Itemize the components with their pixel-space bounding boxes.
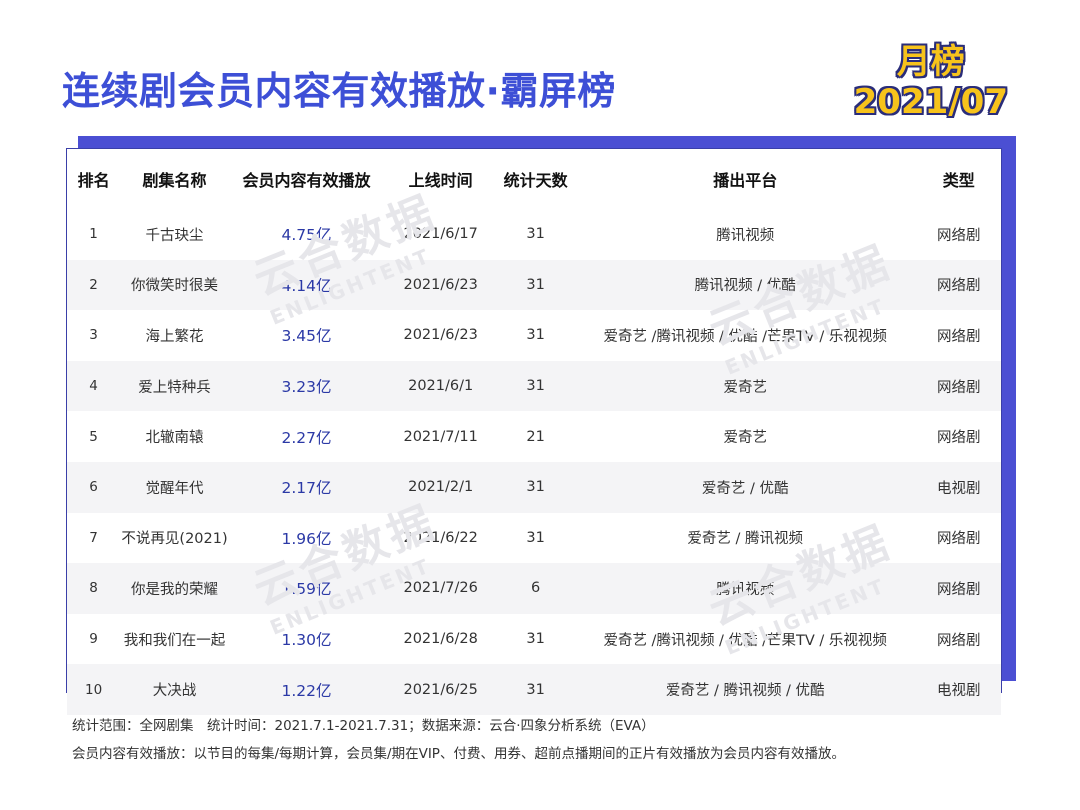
cell-date: 2021/6/22 [384,512,498,564]
cell-date: 2021/6/25 [384,664,498,715]
cell-rank: 4 [67,360,121,412]
cell-views: 1.30亿 [228,613,385,665]
header-rank: 排名 [77,171,110,190]
cell-rank: 1 [67,209,121,260]
cell-views: 4.75亿 [228,209,385,260]
table-row: 7 不说再见(2021) 1.96亿 2021/6/22 31 爱奇艺 / 腾讯视频 网络剧 [67,512,1001,564]
footer-scope: 统计范围：全网剧集 统计时间：2021.7.1-2021.7.31；数据来源：云… [72,718,655,734]
cell-rank: 7 [67,512,121,564]
cell-type: 电视剧 [916,664,1001,715]
cell-views: 2.27亿 [228,411,385,462]
cell-date: 2021/7/26 [384,563,498,614]
cell-views: 3.45亿 [228,310,385,361]
cell-days: 31 [497,512,574,564]
cell-rank: 10 [67,664,121,715]
table-row: 1 千古玦尘 4.75亿 2021/6/17 31 腾讯视频 网络剧 [67,209,1001,260]
table-header-row: 排名 剧集名称 会员内容有效播放 上线时间 统计天数 播出平台 类型 [67,149,1001,209]
cell-days: 31 [497,461,574,513]
cell-type: 网络剧 [916,613,1001,665]
cell-views: 1.59亿 [228,563,385,614]
cell-date: 2021/6/23 [384,310,498,361]
header-days: 统计天数 [503,171,568,190]
badge-label: 月榜 [896,42,965,82]
header-views: 会员内容有效播放 [242,171,371,190]
cell-type: 网络剧 [916,563,1001,614]
cell-type: 网络剧 [916,411,1001,462]
cell-rank: 5 [67,411,121,462]
cell-name: 觉醒年代 [120,461,229,513]
page-title: 连续剧会员内容有效播放·霸屏榜 [62,69,616,113]
cell-platform: 腾讯视频 [573,563,917,614]
cell-date: 2021/7/11 [384,411,498,462]
table-row: 3 海上繁花 3.45亿 2021/6/23 31 爱奇艺 /腾讯视频 / 优酷 /芒果T… [67,310,1001,361]
cell-platform: 爱奇艺 [573,360,917,412]
cell-rank: 6 [67,461,121,513]
cell-days: 31 [497,613,574,665]
cell-rank: 8 [67,563,121,614]
cell-name: 我和我们在一起 [120,613,229,665]
cell-days: 21 [497,411,574,462]
cell-name: 不说再见(2021) [120,512,229,564]
cell-type: 电视剧 [916,461,1001,513]
cell-platform: 爱奇艺 /腾讯视频 / 优酷 /芒果TV / 乐视视频 [573,310,917,361]
cell-date: 2021/6/28 [384,613,498,665]
table-row: 2 你微笑时很美 4.14亿 2021/6/23 31 腾讯视频 / 优酷 网络剧 [67,259,1001,311]
cell-views: 3.23亿 [228,360,385,412]
footer-definition: 会员内容有效播放：以节目的每集/每期计算，会员集/期在VIP、付费、用券、超前点… [72,746,845,762]
header-type: 类型 [942,171,975,190]
monthly-badge: 月榜 2021/07 [854,42,1008,122]
cell-name: 你是我的荣耀 [120,563,229,614]
cell-name: 大决战 [120,664,229,715]
cell-platform: 腾讯视频 / 优酷 [573,259,917,311]
table-row: 5 北辙南辕 2.27亿 2021/7/11 21 爱奇艺 网络剧 [67,411,1001,462]
ranking-table: 排名 剧集名称 会员内容有效播放 上线时间 统计天数 播出平台 类型 1 千古玦尘… [67,149,1001,715]
cell-views: 1.96亿 [228,512,385,564]
cell-type: 网络剧 [916,310,1001,361]
cell-type: 网络剧 [916,259,1001,311]
cell-type: 网络剧 [916,360,1001,412]
table-row: 4 爱上特种兵 3.23亿 2021/6/1 31 爱奇艺 网络剧 [67,360,1001,412]
cell-date: 2021/2/1 [384,461,498,513]
cell-type: 网络剧 [916,209,1001,260]
cell-platform: 爱奇艺 /腾讯视频 / 优酷 /芒果TV / 乐视视频 [573,613,917,665]
cell-date: 2021/6/23 [384,259,498,311]
cell-rank: 2 [67,259,121,311]
cell-platform: 爱奇艺 [573,411,917,462]
cell-type: 网络剧 [916,512,1001,564]
cell-platform: 爱奇艺 / 腾讯视频 [573,512,917,564]
cell-views: 2.17亿 [228,461,385,513]
cell-name: 爱上特种兵 [120,360,229,412]
cell-rank: 3 [67,310,121,361]
cell-rank: 9 [67,613,121,665]
cell-days: 31 [497,209,574,260]
cell-name: 北辙南辕 [120,411,229,462]
cell-date: 2021/6/17 [384,209,498,260]
cell-views: 4.14亿 [228,259,385,311]
cell-views: 1.22亿 [228,664,385,715]
header-platform: 播出平台 [713,171,778,190]
cell-days: 31 [497,360,574,412]
cell-platform: 爱奇艺 / 腾讯视频 / 优酷 [573,664,917,715]
cell-platform: 腾讯视频 [573,209,917,260]
header-name: 剧集名称 [142,171,207,190]
ranking-table-container: 排名 剧集名称 会员内容有效播放 上线时间 统计天数 播出平台 类型 1 千古玦尘… [66,148,1002,715]
cell-days: 6 [497,563,574,614]
table-row: 9 我和我们在一起 1.30亿 2021/6/28 31 爱奇艺 /腾讯视频 / 优酷 /… [67,613,1001,665]
cell-days: 31 [497,259,574,311]
cell-platform: 爱奇艺 / 优酷 [573,461,917,513]
table-row: 10 大决战 1.22亿 2021/6/25 31 爱奇艺 / 腾讯视频 / 优酷 电视剧 [67,664,1001,715]
table-row: 6 觉醒年代 2.17亿 2021/2/1 31 爱奇艺 / 优酷 电视剧 [67,461,1001,513]
badge-period: 2021/07 [853,82,1008,122]
cell-name: 你微笑时很美 [120,259,229,311]
cell-name: 海上繁花 [120,310,229,361]
cell-days: 31 [497,310,574,361]
cell-days: 31 [497,664,574,715]
header-date: 上线时间 [408,171,473,190]
table-row: 8 你是我的荣耀 1.59亿 2021/7/26 6 腾讯视频 网络剧 [67,563,1001,614]
cell-name: 千古玦尘 [120,209,229,260]
cell-date: 2021/6/1 [384,360,498,412]
